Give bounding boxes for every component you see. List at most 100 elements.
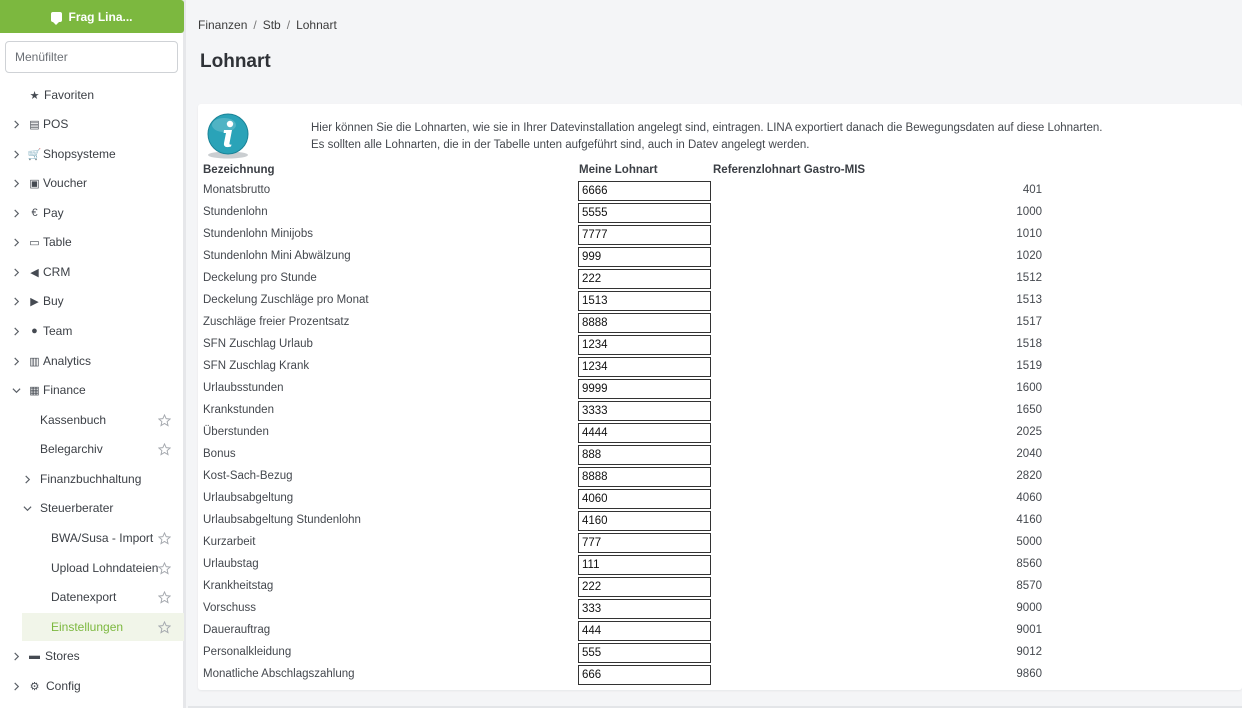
sidebar-item-datenexport[interactable]: Datenexport <box>0 583 184 611</box>
sidebar-item-shopsysteme[interactable]: 🛒 Shopsysteme <box>0 140 184 168</box>
referenzlohnart-value: 1010 <box>1016 228 1042 240</box>
table-row: SFN Zuschlag Krank 1519 <box>198 356 1242 378</box>
meine-lohnart-input[interactable] <box>578 533 711 553</box>
sidebar-item-stores[interactable]: ▬ Stores <box>0 642 184 670</box>
meine-lohnart-input[interactable] <box>578 423 711 443</box>
sidebar-item-favoriten[interactable]: ★ Favoriten <box>0 81 184 109</box>
chevron-right-icon[interactable] <box>11 149 21 159</box>
sidebar-item-crm[interactable]: ◀ CRM <box>0 258 184 286</box>
sidebar-item-buy[interactable]: ▶ Buy <box>0 287 184 315</box>
chevron-right-icon[interactable] <box>11 681 21 691</box>
sidebar-item-config[interactable]: ⚙ Config <box>0 672 184 700</box>
sidebar-item-label: Upload Lohndateien <box>51 561 159 575</box>
lohnart-label: Urlaubsabgeltung <box>203 492 294 504</box>
sidebar-item-upload-lohndateien[interactable]: Upload Lohndateien <box>0 554 184 582</box>
favorite-star-icon[interactable] <box>157 590 172 604</box>
meine-lohnart-input[interactable] <box>578 401 711 421</box>
table-row: Bonus 2040 <box>198 444 1242 466</box>
meine-lohnart-input[interactable] <box>578 577 711 597</box>
info-text: Hier können Sie die Lohnarten, wie sie i… <box>311 120 1102 154</box>
meine-lohnart-input[interactable] <box>578 511 711 531</box>
sidebar-item-pay[interactable]: € Pay <box>0 199 184 227</box>
chevron-right-icon[interactable] <box>11 178 21 188</box>
sidebar-item-finanzbuchhaltung[interactable]: Finanzbuchhaltung <box>0 465 184 493</box>
meine-lohnart-input[interactable] <box>578 225 711 245</box>
table-row: Überstunden 2025 <box>198 422 1242 444</box>
sidebar-item-label: Team <box>43 324 73 338</box>
sidebar-item-table[interactable]: ▭ Table <box>0 228 184 256</box>
favorite-star-icon[interactable] <box>157 620 172 634</box>
sidebar-item-voucher[interactable]: ▣ Voucher <box>0 169 184 197</box>
table-row: Personalkleidung 9012 <box>198 642 1242 664</box>
meine-lohnart-input[interactable] <box>578 621 711 641</box>
lohnart-label: Krankstunden <box>203 404 274 416</box>
meine-lohnart-input[interactable] <box>578 313 711 333</box>
meine-lohnart-input[interactable] <box>578 247 711 267</box>
chevron-right-icon[interactable] <box>11 326 21 336</box>
chevron-down-icon[interactable] <box>22 503 32 513</box>
referenzlohnart-value: 2025 <box>1016 426 1042 438</box>
referenzlohnart-value: 1020 <box>1016 250 1042 262</box>
meine-lohnart-input[interactable] <box>578 467 711 487</box>
lohnart-label: Stundenlohn <box>203 206 268 218</box>
favorite-star-icon[interactable] <box>157 531 172 545</box>
chevron-right-icon[interactable] <box>22 474 32 484</box>
chevron-right-icon[interactable] <box>11 237 21 247</box>
sidebar-item-label: Favoriten <box>44 88 95 102</box>
table-row: Urlaubsabgeltung 4060 <box>198 488 1242 510</box>
favorite-star-icon[interactable] <box>157 561 172 575</box>
favorite-star-icon[interactable] <box>157 413 172 427</box>
sidebar-item-label: Finanzbuchhaltung <box>40 472 142 486</box>
chevron-right-icon[interactable] <box>11 296 21 306</box>
meine-lohnart-input[interactable] <box>578 357 711 377</box>
sidebar-item-kassenbuch[interactable]: Kassenbuch <box>0 406 184 434</box>
sidebar-item-label: Pay <box>43 206 64 220</box>
sidebar-item-finance[interactable]: ▦ Finance <box>0 376 184 404</box>
meine-lohnart-input[interactable] <box>578 291 711 311</box>
referenzlohnart-value: 2040 <box>1016 448 1042 460</box>
meine-lohnart-input[interactable] <box>578 203 711 223</box>
column-header-meine-lohnart: Meine Lohnart <box>579 164 658 176</box>
table-row: Vorschuss 9000 <box>198 598 1242 620</box>
chevron-right-icon[interactable] <box>11 119 21 129</box>
chevron-down-icon[interactable] <box>11 385 21 395</box>
meine-lohnart-input[interactable] <box>578 665 711 685</box>
meine-lohnart-input[interactable] <box>578 643 711 663</box>
ask-lina-button[interactable]: Frag Lina... <box>0 0 184 33</box>
sidebar-item-label: Shopsysteme <box>43 147 116 161</box>
meine-lohnart-input[interactable] <box>578 445 711 465</box>
sidebar-item-bwa-susa-import[interactable]: BWA/Susa - Import <box>0 524 184 552</box>
chevron-right-icon[interactable] <box>11 356 21 366</box>
meine-lohnart-input[interactable] <box>578 379 711 399</box>
chevron-right-icon[interactable] <box>11 267 21 277</box>
favorite-star-icon[interactable] <box>157 442 172 456</box>
chevron-right-icon[interactable] <box>11 208 21 218</box>
sidebar-item-team[interactable]: ● Team <box>0 317 184 345</box>
book-icon: ▭ <box>29 236 40 249</box>
menu-filter-input[interactable] <box>5 41 178 73</box>
truck-icon: ▶ <box>30 295 39 308</box>
meine-lohnart-input[interactable] <box>578 489 711 509</box>
sidebar-item-pos[interactable]: ▤ POS <box>0 110 184 138</box>
chat-bubble-icon <box>51 11 63 25</box>
referenzlohnart-value: 1517 <box>1016 316 1042 328</box>
chevron-right-icon[interactable] <box>11 651 21 661</box>
sidebar-item-belegarchiv[interactable]: Belegarchiv <box>0 435 184 463</box>
table-row: Zuschläge freier Prozentsatz 1517 <box>198 312 1242 334</box>
meine-lohnart-input[interactable] <box>578 181 711 201</box>
meine-lohnart-input[interactable] <box>578 599 711 619</box>
register-icon: ▤ <box>29 118 40 131</box>
referenzlohnart-value: 1512 <box>1016 272 1042 284</box>
sidebar-item-analytics[interactable]: ▥ Analytics <box>0 347 184 375</box>
sidebar-item-label: Table <box>43 235 72 249</box>
referenzlohnart-value: 9012 <box>1016 646 1042 658</box>
meine-lohnart-input[interactable] <box>578 269 711 289</box>
breadcrumb-stb[interactable]: Stb <box>263 18 281 32</box>
meine-lohnart-input[interactable] <box>578 555 711 575</box>
meine-lohnart-input[interactable] <box>578 335 711 355</box>
referenzlohnart-value: 1650 <box>1016 404 1042 416</box>
sidebar-item-einstellungen[interactable]: Einstellungen <box>22 613 184 641</box>
breadcrumb-finanzen[interactable]: Finanzen <box>198 18 247 32</box>
sidebar-item-steuerberater[interactable]: Steuerberater <box>0 494 184 522</box>
sidebar-item-label: Belegarchiv <box>40 442 103 456</box>
